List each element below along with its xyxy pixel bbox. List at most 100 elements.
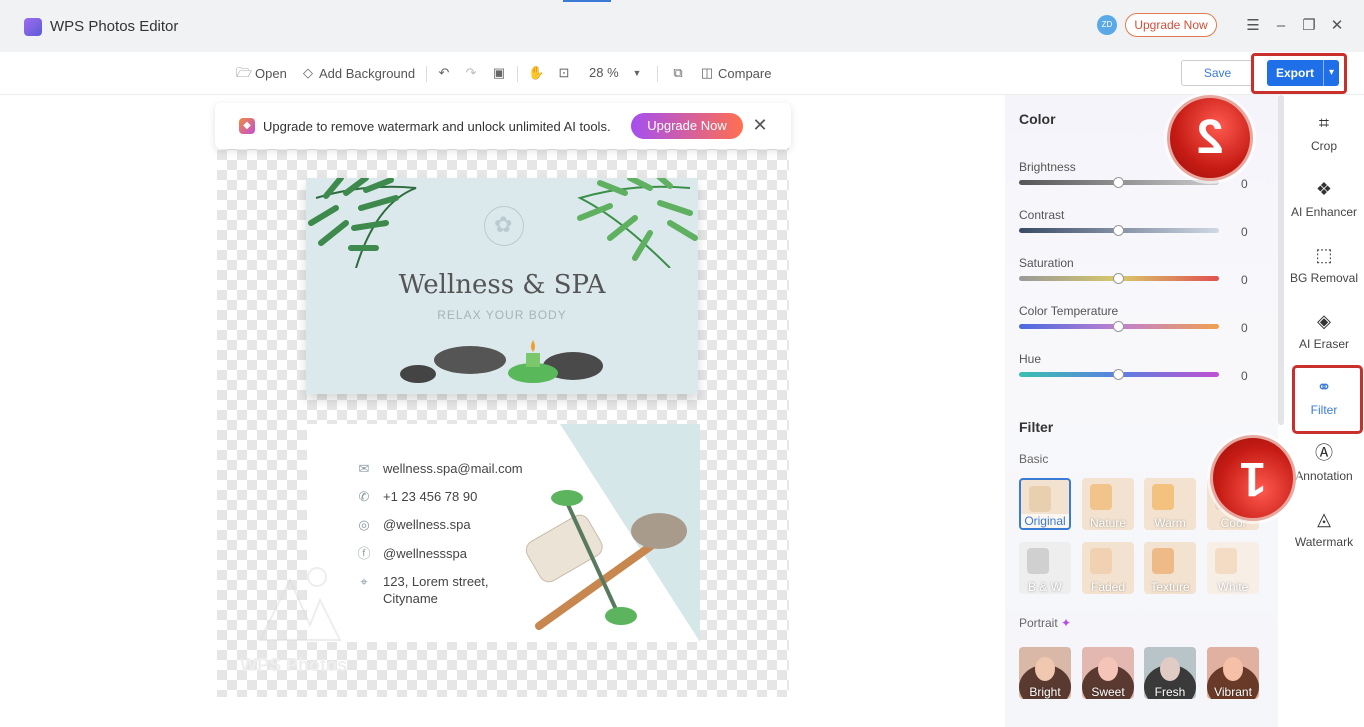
image-button[interactable]: ▣ (491, 65, 507, 81)
slider-value: 0 (1241, 273, 1248, 287)
watermark-icon: ◬ (1317, 509, 1331, 529)
annotation-icon: Ⓐ (1315, 443, 1333, 463)
filter-fresh[interactable]: Fresh (1144, 647, 1196, 699)
mail-icon: ✉ (358, 461, 370, 476)
watermark-logo-icon (258, 567, 342, 641)
leaf-right-icon (577, 178, 698, 268)
add-background-label: Add Background (319, 65, 416, 81)
filter-label: B & W (1027, 580, 1062, 594)
card-back[interactable]: ✉ wellness.spa@mail.com ✆ +1 23 456 78 9… (307, 424, 700, 642)
minimize-icon[interactable]: – (1271, 16, 1291, 36)
filter-vibrant[interactable]: Vibrant (1207, 647, 1259, 699)
tool-ai-eraser[interactable]: ◈ AI Eraser (1284, 309, 1364, 351)
filter-texture[interactable]: Texture (1144, 542, 1196, 594)
chevron-down-icon: ▼ (632, 68, 642, 78)
hand-tool-button[interactable]: ✋ (528, 65, 544, 81)
close-window-icon[interactable]: ✕ (1327, 16, 1347, 36)
contact-text: @wellnessspa (383, 546, 468, 561)
slider-value: 0 (1241, 225, 1248, 239)
portrait-label-text: Portrait (1019, 616, 1058, 630)
open-label: Open (255, 65, 287, 81)
filter-preview (1090, 484, 1112, 510)
slider-value: 0 (1241, 321, 1248, 335)
filter-label: White (1217, 580, 1249, 594)
banner-upgrade-button[interactable]: Upgrade Now (631, 113, 743, 139)
filter-white[interactable]: White (1207, 542, 1259, 594)
divider (517, 66, 518, 82)
facebook-icon: ⓕ (357, 546, 371, 561)
step-badge-2: 2 (1167, 95, 1253, 181)
tool-watermark[interactable]: ◬ Watermark (1284, 507, 1364, 549)
contact-text: wellness.spa@mail.com (383, 461, 523, 476)
close-icon[interactable]: ✕ (751, 116, 769, 134)
fit-button[interactable]: ⊡ (556, 65, 572, 81)
tool-crop[interactable]: ⌗ Crop (1284, 111, 1364, 153)
filter-nature[interactable]: Nature (1082, 478, 1134, 530)
filter-label: Fresh (1154, 685, 1186, 699)
filter-bright[interactable]: Bright (1019, 647, 1071, 699)
contact-text: @wellness.spa (383, 517, 471, 532)
save-button[interactable]: Save (1181, 60, 1254, 86)
slider-label: Brightness (1019, 160, 1076, 174)
slider-value: 0 (1241, 369, 1248, 383)
restore-icon[interactable]: ❐ (1299, 16, 1319, 36)
zoom-dropdown-icon[interactable]: ▼ (629, 65, 645, 81)
duplicate-button[interactable]: ⧉ (670, 65, 686, 81)
app-title: WPS Photos Editor (50, 18, 179, 35)
contrast-thumb[interactable] (1113, 225, 1124, 236)
undo-icon: ↶ (438, 65, 450, 80)
filter-highlight (1292, 365, 1363, 434)
filter-preview (1090, 548, 1112, 574)
add-background-icon: ◇ (303, 65, 313, 80)
filter-preview (1027, 548, 1049, 574)
folder-icon: 🗁 (236, 65, 253, 80)
filter-faded[interactable]: Faded (1082, 542, 1134, 594)
slider-label: Hue (1019, 352, 1042, 366)
color-section-title: Color (1019, 111, 1056, 127)
card-title: Wellness & SPA (398, 270, 606, 300)
tool-annotation[interactable]: Ⓐ Annotation (1284, 441, 1364, 483)
upgrade-now-button[interactable]: Upgrade Now (1125, 13, 1217, 37)
contact-facebook: ⓕ @wellnessspa (355, 545, 467, 563)
tool-bg-removal[interactable]: ⬚ BG Removal (1284, 243, 1364, 285)
filter-original[interactable]: Original (1019, 478, 1071, 530)
contact-phone: ✆ +1 23 456 78 90 (355, 488, 478, 506)
filter-preview (1152, 484, 1174, 510)
compare-button[interactable]: ◫ Compare (699, 65, 772, 81)
export-highlight (1251, 53, 1347, 94)
app-logo-icon (24, 18, 42, 36)
filter-bw[interactable]: B & W (1019, 542, 1071, 594)
divider (657, 66, 658, 82)
saturation-thumb[interactable] (1113, 273, 1124, 284)
undo-button[interactable]: ↶ (436, 65, 452, 81)
tool-label: BG Removal (1289, 271, 1359, 285)
watermark-text: WPS Photos (240, 655, 347, 675)
slider-label: Saturation (1019, 256, 1074, 270)
filter-sweet[interactable]: Sweet (1082, 647, 1134, 699)
portrait-label: Portrait ✦ (1019, 616, 1071, 630)
avatar[interactable]: ZD (1097, 15, 1117, 35)
add-background-button[interactable]: ◇ Add Background (300, 65, 415, 81)
divider (426, 66, 427, 82)
tool-ai-enhancer[interactable]: ❖ AI Enhancer (1284, 177, 1364, 219)
card-front[interactable]: Wellness & SPA RELAX YOUR BODY (306, 178, 698, 394)
step-badge-1: 1 (1210, 435, 1296, 521)
hue-thumb[interactable] (1113, 369, 1124, 380)
redo-icon: ↷ (465, 65, 477, 80)
spa-flower-icon (484, 206, 524, 246)
phone-icon: ✆ (358, 489, 370, 504)
open-button[interactable]: 🗁 Open (236, 65, 287, 81)
menu-icon[interactable]: ☰ (1243, 16, 1263, 36)
brightness-thumb[interactable] (1113, 177, 1124, 188)
spa-stones-icon (400, 340, 603, 383)
compare-icon: ◫ (700, 65, 714, 80)
temperature-thumb[interactable] (1113, 321, 1124, 332)
redo-button[interactable]: ↷ (463, 65, 479, 81)
zoom-level[interactable]: 28 % (589, 65, 619, 80)
basic-label: Basic (1019, 452, 1049, 466)
filter-preview (1029, 486, 1051, 512)
slider-value: 0 (1241, 177, 1248, 191)
filter-warm[interactable]: Warm (1144, 478, 1196, 530)
filter-label: Texture (1150, 580, 1190, 594)
filter-section-title: Filter (1019, 419, 1054, 435)
